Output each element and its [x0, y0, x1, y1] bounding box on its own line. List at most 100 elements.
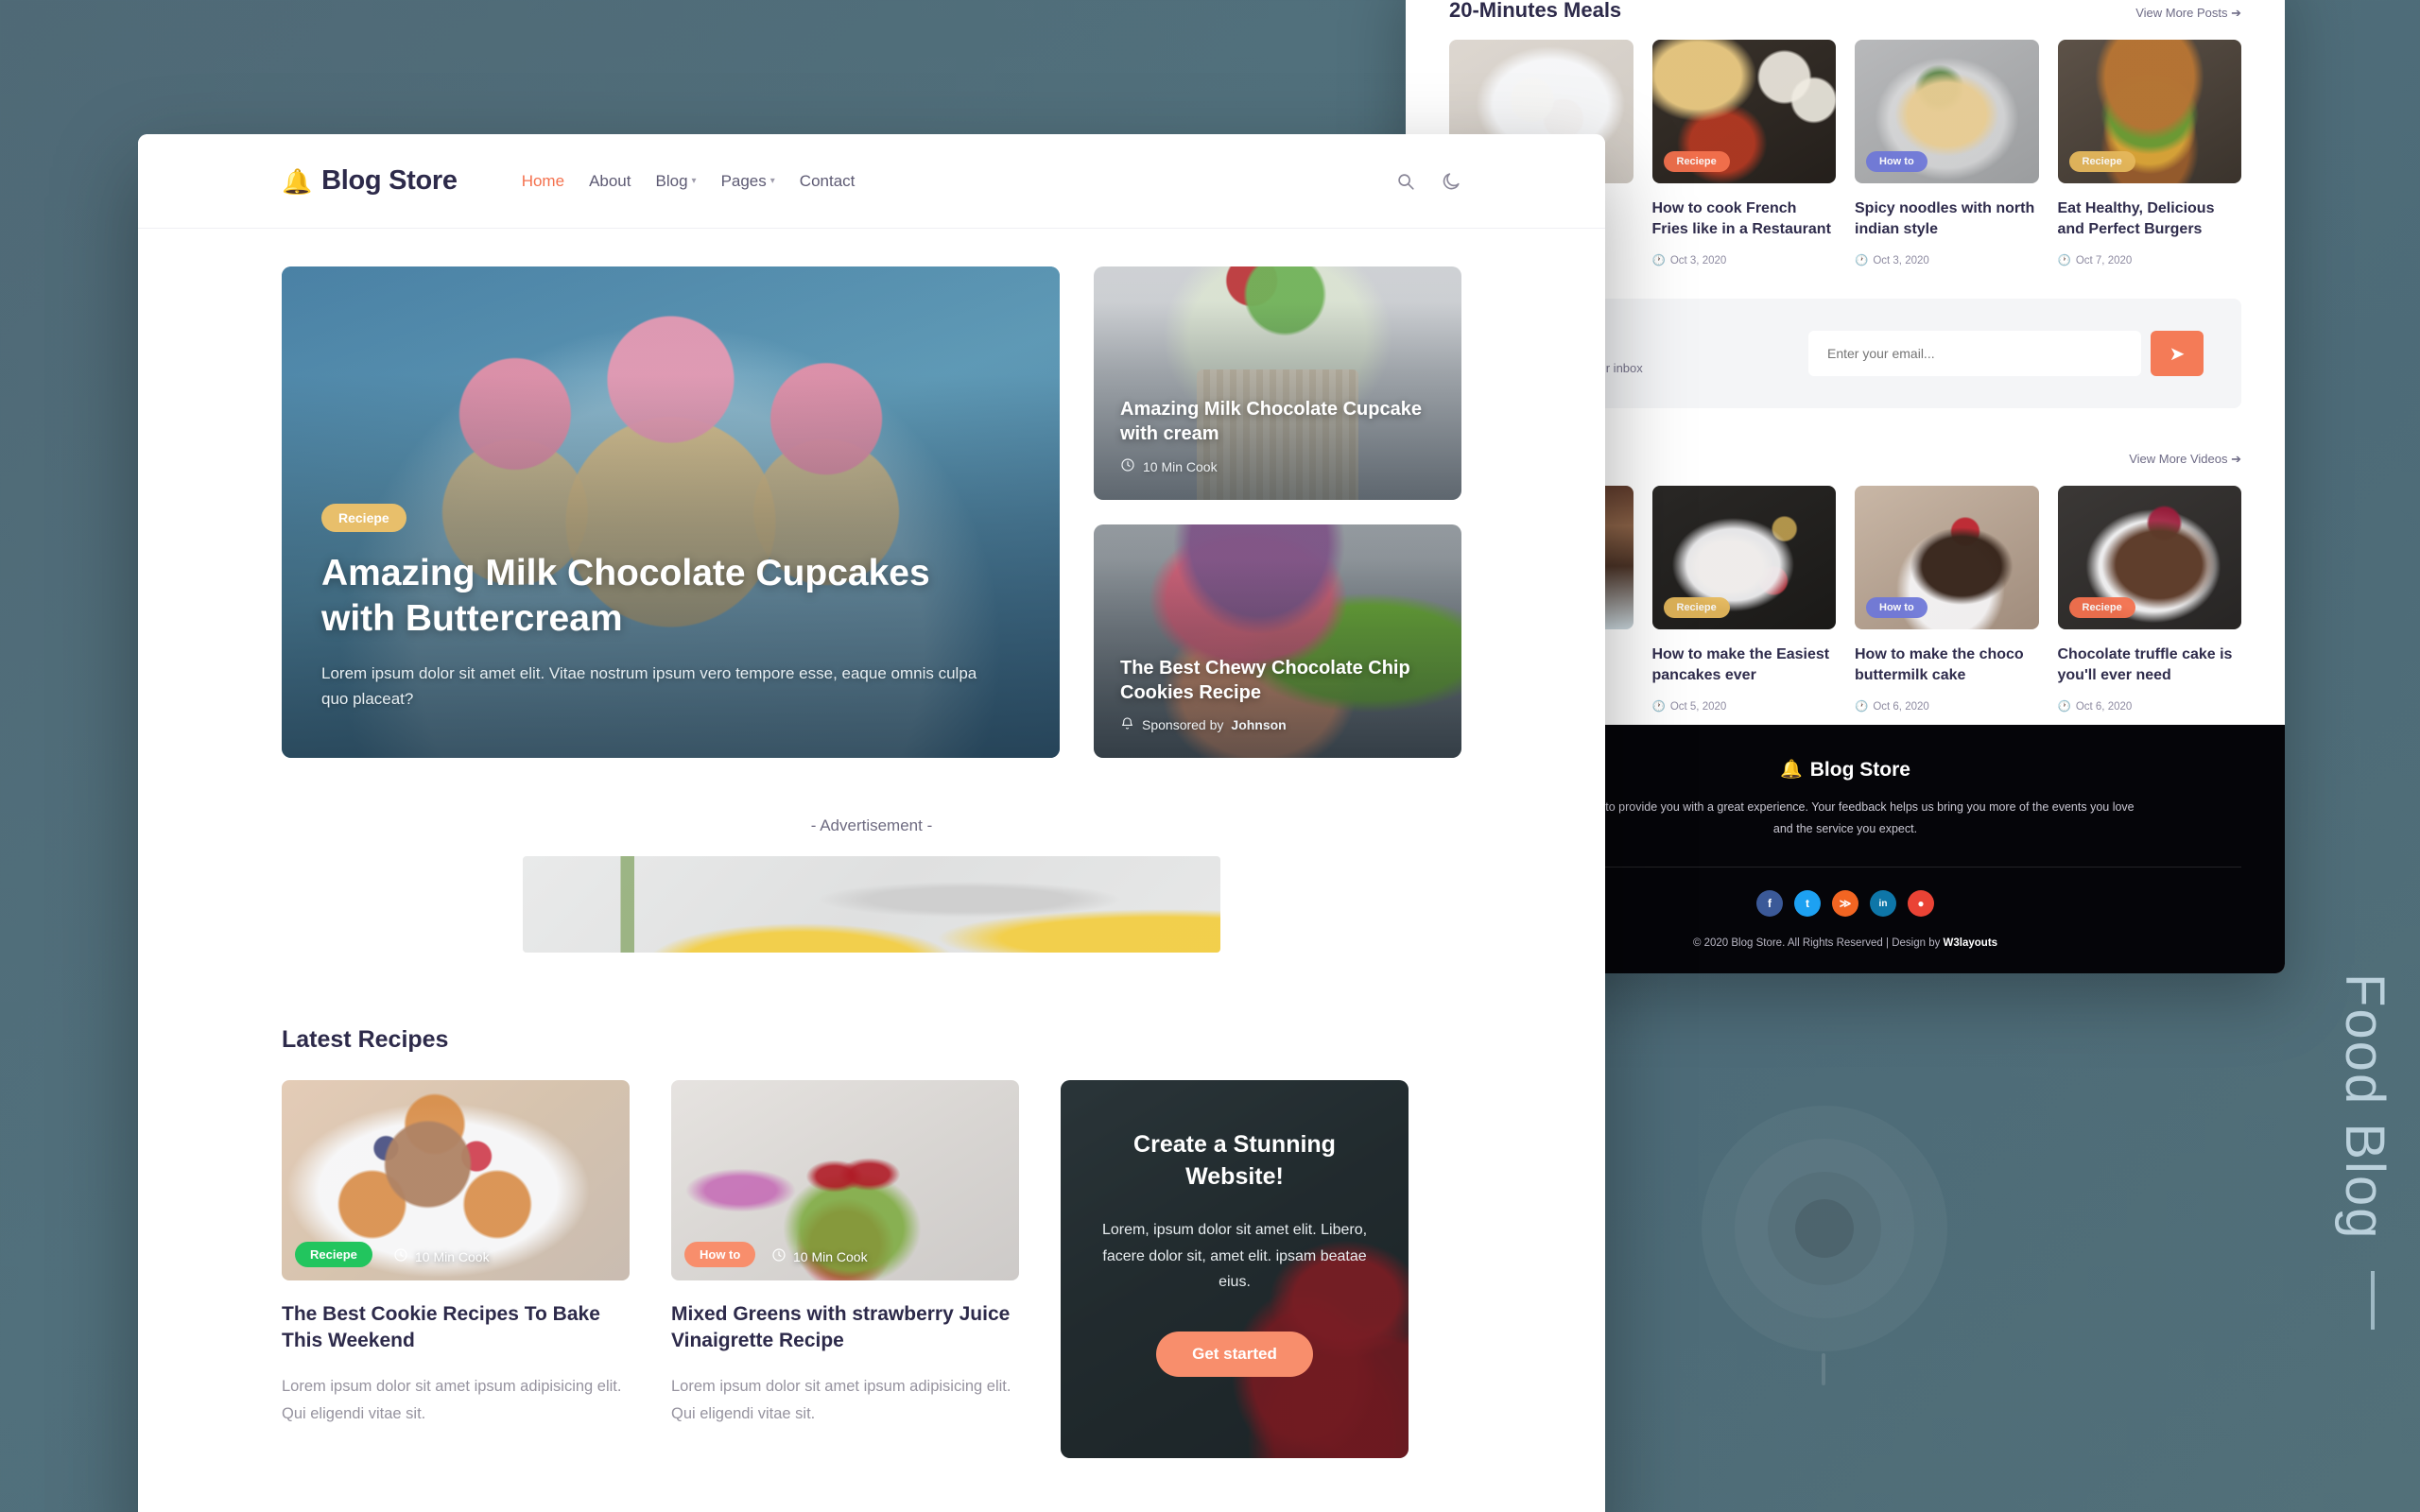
clock-icon: 🕐 [2057, 701, 2071, 713]
foreground-browser-window[interactable]: 🔔 Blog Store Home About Blog ▾ Pages ▾ Con… [138, 134, 1605, 1512]
nav-item-contact[interactable]: Contact [800, 172, 856, 191]
send-icon: ➤ [2169, 343, 2186, 365]
clock-icon [771, 1247, 786, 1265]
dessert-card-date: 🕐 Oct 6, 2020 [1855, 701, 1929, 713]
dessert-card-date: 🕐 Oct 6, 2020 [2057, 701, 2133, 713]
bell-icon [1120, 716, 1134, 733]
navbar-actions [1395, 171, 1461, 192]
dessert-card-title[interactable]: How to make the Easiest pancakes ever [1652, 644, 1837, 686]
meals-view-more-link[interactable]: View More Posts ➔ [2135, 6, 2241, 21]
meals-card-title[interactable]: Eat Healthy, Delicious and Perfect Burge… [2058, 198, 2242, 240]
recipe-card-title[interactable]: Mixed Greens with strawberry Juice Vinai… [671, 1301, 1019, 1354]
facebook-icon[interactable]: f [1756, 890, 1783, 917]
recipe-card[interactable]: How to 10 Min Cook Mixed Greens with str… [671, 1080, 1019, 1458]
dessert-card-thumbnail[interactable]: Reciepe [2057, 486, 2241, 630]
meals-card-badge: Reciepe [2068, 151, 2135, 172]
page-content: Reciepe Amazing Milk Chocolate Cupcakes … [138, 229, 1605, 1512]
recipe-card-thumbnail[interactable]: How to 10 Min Cook [671, 1080, 1019, 1280]
footer-designer-link[interactable]: W3layouts [1944, 937, 1998, 949]
meals-card-thumbnail[interactable]: Reciepe [2057, 40, 2241, 183]
newsletter-form: ➤ [1808, 331, 2204, 377]
clock-icon: 🕐 [1855, 255, 1869, 267]
latest-recipes-title: Latest Recipes [282, 1026, 449, 1053]
dessert-card-title[interactable]: Chocolate truffle cake is you'll ever ne… [2058, 644, 2242, 686]
dribbble-icon[interactable]: ● [1908, 890, 1934, 917]
dessert-card-badge: How to [1866, 597, 1927, 619]
brand-logo[interactable]: 🔔 Blog Store [282, 165, 458, 197]
dessert-card[interactable]: Reciepe How to make the Easiest pancakes… [1651, 486, 1837, 713]
recipe-card-thumbnail[interactable]: Reciepe 10 Min Cook [282, 1080, 630, 1280]
dessert-card[interactable]: Reciepe Chocolate truffle cake is you'll… [2057, 486, 2242, 713]
meals-card[interactable]: Reciepe How to cook French Fries like in… [1651, 40, 1837, 267]
side-label-food-blog: Food Blog [2334, 973, 2395, 1241]
get-started-button[interactable]: Get started [1156, 1331, 1313, 1377]
recipe-card-title[interactable]: The Best Cookie Recipes To Bake This Wee… [282, 1301, 630, 1354]
newsletter-submit-button[interactable]: ➤ [2151, 331, 2204, 377]
hero-featured-card[interactable]: Reciepe Amazing Milk Chocolate Cupcakes … [282, 266, 1060, 758]
dessert-view-more-link[interactable]: View More Videos ➔ [2129, 452, 2241, 467]
footer-brand[interactable]: 🔔 Blog Store [1780, 759, 1910, 782]
meals-card-thumbnail[interactable]: How to [1855, 40, 2039, 183]
chevron-down-icon: ▾ [691, 176, 697, 186]
side-card-meta: 10 Min Cook [1120, 457, 1435, 475]
meals-card-date: 🕐 Oct 3, 2020 [1651, 255, 1727, 267]
twitter-icon[interactable]: t [1794, 890, 1821, 917]
side-card-meta-text: 10 Min Cook [1143, 458, 1218, 474]
side-card-meta: Sponsored by Johnson [1120, 716, 1435, 733]
meals-section-title: 20-Minutes Meals [1449, 0, 1622, 22]
hero-badge: Reciepe [321, 504, 406, 532]
meals-card-date: 🕐 Oct 7, 2020 [2057, 255, 2133, 267]
side-card-meta-text: Sponsored by [1142, 717, 1224, 732]
moon-icon[interactable] [1441, 171, 1461, 192]
meals-card-date: 🕐 Oct 3, 2020 [1855, 255, 1929, 267]
dessert-card[interactable]: How to How to make the choco buttermilk … [1855, 486, 2039, 713]
hero-content: Reciepe Amazing Milk Chocolate Cupcakes … [321, 504, 1003, 713]
side-card-title[interactable]: Amazing Milk Chocolate Cupcake with crea… [1120, 397, 1435, 446]
nav-item-about[interactable]: About [589, 172, 631, 191]
brand-label: Blog Store [321, 165, 458, 196]
cta-card[interactable]: Create a Stunning Website! Lorem, ipsum … [1061, 1080, 1409, 1458]
hero-title[interactable]: Amazing Milk Chocolate Cupcakes with But… [321, 551, 1003, 642]
side-card-cookies[interactable]: The Best Chewy Chocolate Chip Cookies Re… [1094, 524, 1461, 758]
cta-content: Create a Stunning Website! Lorem, ipsum … [1061, 1080, 1409, 1458]
hero-section: Reciepe Amazing Milk Chocolate Cupcakes … [282, 266, 1461, 758]
search-icon[interactable] [1395, 171, 1416, 192]
recipe-card-badge: Reciepe [295, 1242, 372, 1267]
nav-item-blog[interactable]: Blog ▾ [656, 172, 697, 191]
dessert-card-thumbnail[interactable]: Reciepe [1651, 486, 1836, 630]
meals-card-title[interactable]: Spicy noodles with north indian style [1855, 198, 2039, 240]
newsletter-email-input[interactable] [1808, 331, 2141, 377]
chevron-down-icon: ▾ [769, 176, 775, 186]
clock-icon: 🕐 [1651, 255, 1666, 267]
meals-card-badge: How to [1866, 151, 1927, 172]
advertisement-banner[interactable] [523, 856, 1220, 953]
bell-icon: 🔔 [1780, 760, 1803, 781]
meals-section-header: 20-Minutes Meals View More Posts ➔ [1449, 0, 2241, 40]
recipe-card[interactable]: Reciepe 10 Min Cook The Best Cookie Reci… [282, 1080, 630, 1458]
dessert-card-date: 🕐 Oct 5, 2020 [1651, 701, 1727, 713]
advertisement-section: - Advertisement - [282, 816, 1461, 953]
dessert-card-title[interactable]: How to make the choco buttermilk cake [1855, 644, 2039, 686]
navbar: 🔔 Blog Store Home About Blog ▾ Pages ▾ Con… [138, 134, 1605, 229]
cta-title: Create a Stunning Website! [1133, 1131, 1336, 1190]
meals-card-title[interactable]: How to cook French Fries like in a Resta… [1652, 198, 1837, 240]
footer-brand-label: Blog Store [1809, 758, 1910, 781]
recipe-card-description: Lorem ipsum dolor sit amet ipsum adipisi… [282, 1378, 622, 1422]
dessert-card-badge: Reciepe [1663, 597, 1730, 619]
meals-card[interactable]: Reciepe Eat Healthy, Delicious and Perfe… [2057, 40, 2242, 267]
side-card-cupcake[interactable]: Amazing Milk Chocolate Cupcake with crea… [1094, 266, 1461, 500]
side-card-title[interactable]: The Best Chewy Chocolate Chip Cookies Re… [1120, 656, 1435, 705]
nav-item-pages[interactable]: Pages ▾ [721, 172, 775, 191]
clock-icon: 🕐 [2057, 255, 2071, 267]
side-card-content: Amazing Milk Chocolate Cupcake with crea… [1120, 397, 1435, 475]
linkedin-icon[interactable]: in [1870, 890, 1896, 917]
clock-icon: 🕐 [1855, 701, 1869, 713]
dessert-card-badge: Reciepe [2068, 597, 2135, 619]
dessert-card-thumbnail[interactable]: How to [1855, 486, 2039, 630]
rss-icon[interactable]: ≫ [1832, 890, 1858, 917]
footer-description: We want to provide you with a great expe… [1556, 799, 2135, 835]
meals-card[interactable]: How to Spicy noodles with north indian s… [1855, 40, 2039, 266]
meals-card-thumbnail[interactable]: Reciepe [1651, 40, 1836, 183]
cta-description: Lorem, ipsum dolor sit amet elit. Libero… [1101, 1222, 1368, 1291]
nav-item-home[interactable]: Home [522, 172, 564, 191]
